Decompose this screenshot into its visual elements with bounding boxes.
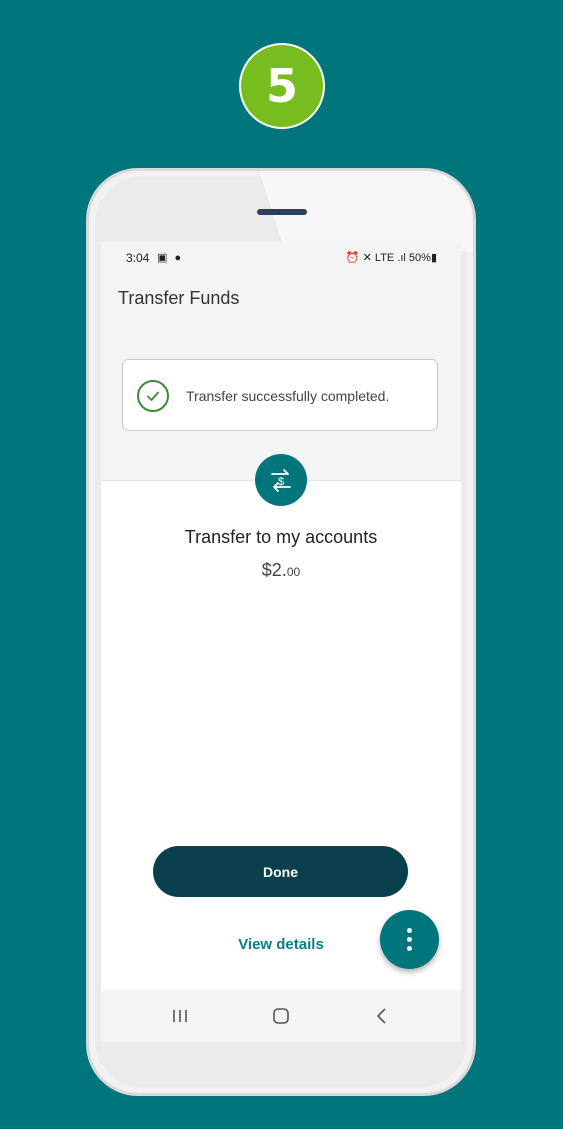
more-vertical-icon: [407, 928, 412, 933]
more-dot: [407, 946, 412, 951]
transfer-money-icon: $: [255, 454, 307, 506]
back-icon[interactable]: [362, 1002, 402, 1030]
alert-message: Transfer successfully completed.: [186, 388, 390, 404]
home-icon[interactable]: [261, 1002, 301, 1030]
status-right-icons: ⏰ ✕ LTE .ıl 50%▮: [345, 252, 437, 264]
amount-main: $2.: [261, 560, 287, 580]
transfer-amount: $2.00: [101, 560, 461, 581]
transfer-title: Transfer to my accounts: [184, 527, 378, 547]
header-area: 3:04 ▣ ● ⏰ ✕ LTE .ıl 50%▮ Transfer Funds…: [101, 242, 461, 481]
svg-text:$: $: [278, 476, 284, 488]
more-dot: [407, 937, 412, 942]
phone-speaker: [257, 209, 307, 215]
more-options-button[interactable]: [380, 910, 439, 969]
success-alert: Transfer successfully completed.: [122, 359, 438, 431]
status-bar: 3:04 ▣ ● ⏰ ✕ LTE .ıl 50%▮: [101, 242, 461, 274]
check-circle-icon: [137, 380, 169, 412]
phone-screen: 3:04 ▣ ● ⏰ ✕ LTE .ıl 50%▮ Transfer Funds…: [101, 242, 461, 1042]
page-title: Transfer Funds: [118, 288, 240, 308]
step-number: 5: [265, 59, 298, 113]
recents-icon[interactable]: [160, 1002, 200, 1030]
step-number-badge: 5: [239, 43, 325, 129]
system-nav-bar: [101, 990, 461, 1042]
amount-cents: 00: [286, 565, 301, 579]
status-time: 3:04: [126, 251, 150, 265]
done-button[interactable]: Done: [153, 846, 408, 897]
notification-icons: ▣ ●: [157, 252, 184, 264]
